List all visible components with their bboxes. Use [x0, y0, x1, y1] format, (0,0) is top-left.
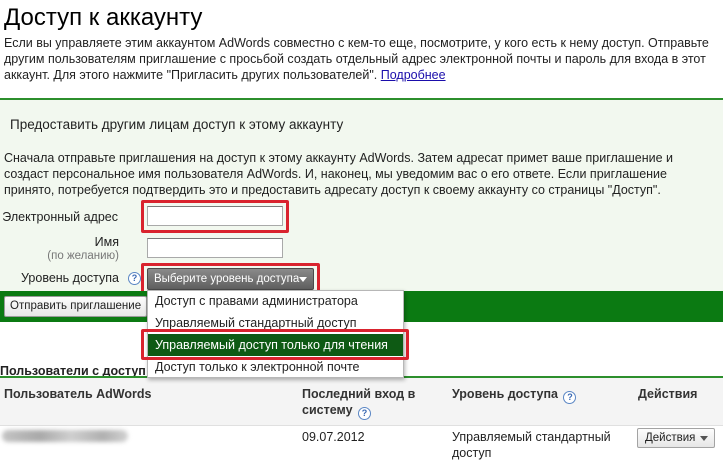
last-login-help-icon[interactable]: ?: [358, 407, 372, 420]
name-input[interactable]: [147, 238, 283, 258]
row-access-level: Управляемый стандартный доступ: [452, 430, 611, 460]
column-header-access-label: Уровень доступа: [452, 387, 558, 401]
name-optional-label: (по желанию): [47, 250, 119, 262]
page-title: Доступ к аккаунту: [4, 4, 203, 31]
name-label: Имя: [94, 235, 119, 249]
option-admin-access[interactable]: Доступ с правами администратора: [155, 294, 358, 308]
chevron-down-icon: [299, 277, 307, 282]
column-header-user: Пользователь AdWords: [4, 387, 152, 401]
more-info-link[interactable]: Подробнее: [381, 68, 446, 82]
row-actions-button[interactable]: Действия: [637, 428, 715, 448]
chevron-down-icon: [700, 436, 708, 441]
intro-paragraph: Если вы управляете этим аккаунтом AdWord…: [4, 35, 719, 83]
row-last-login: 09.07.2012: [302, 430, 365, 444]
email-label: Электронный адрес: [2, 210, 118, 224]
read-only-option-highlight-frame: [141, 329, 409, 360]
row-actions-label: Действия: [645, 432, 696, 444]
option-email-only-access[interactable]: Доступ только к электронной почте: [155, 360, 360, 374]
invite-instructions: Сначала отправьте приглашения на доступ …: [4, 151, 674, 197]
invite-section-title: Предоставить другим лицам доступ к этому…: [10, 117, 344, 132]
access-level-select[interactable]: Выберите уровень доступа: [147, 268, 314, 290]
email-input[interactable]: [147, 206, 283, 226]
access-level-select-label: Выберите уровень доступа: [154, 273, 300, 285]
column-header-access: Уровень доступа ?: [452, 386, 577, 404]
access-level-label: Уровень доступа: [21, 271, 119, 285]
column-header-last-login: Последний вход в систему ?: [302, 386, 420, 420]
user-email-redacted: [2, 430, 128, 442]
send-invitation-button[interactable]: Отправить приглашение: [4, 296, 148, 317]
access-help-icon[interactable]: ?: [128, 272, 141, 285]
column-header-actions: Действия: [638, 387, 698, 401]
invite-section: Предоставить другим лицам доступ к этому…: [0, 98, 723, 295]
intro-text: Если вы управляете этим аккаунтом AdWord…: [4, 36, 709, 82]
option-standard-access[interactable]: Управляемый стандартный доступ: [155, 316, 357, 330]
